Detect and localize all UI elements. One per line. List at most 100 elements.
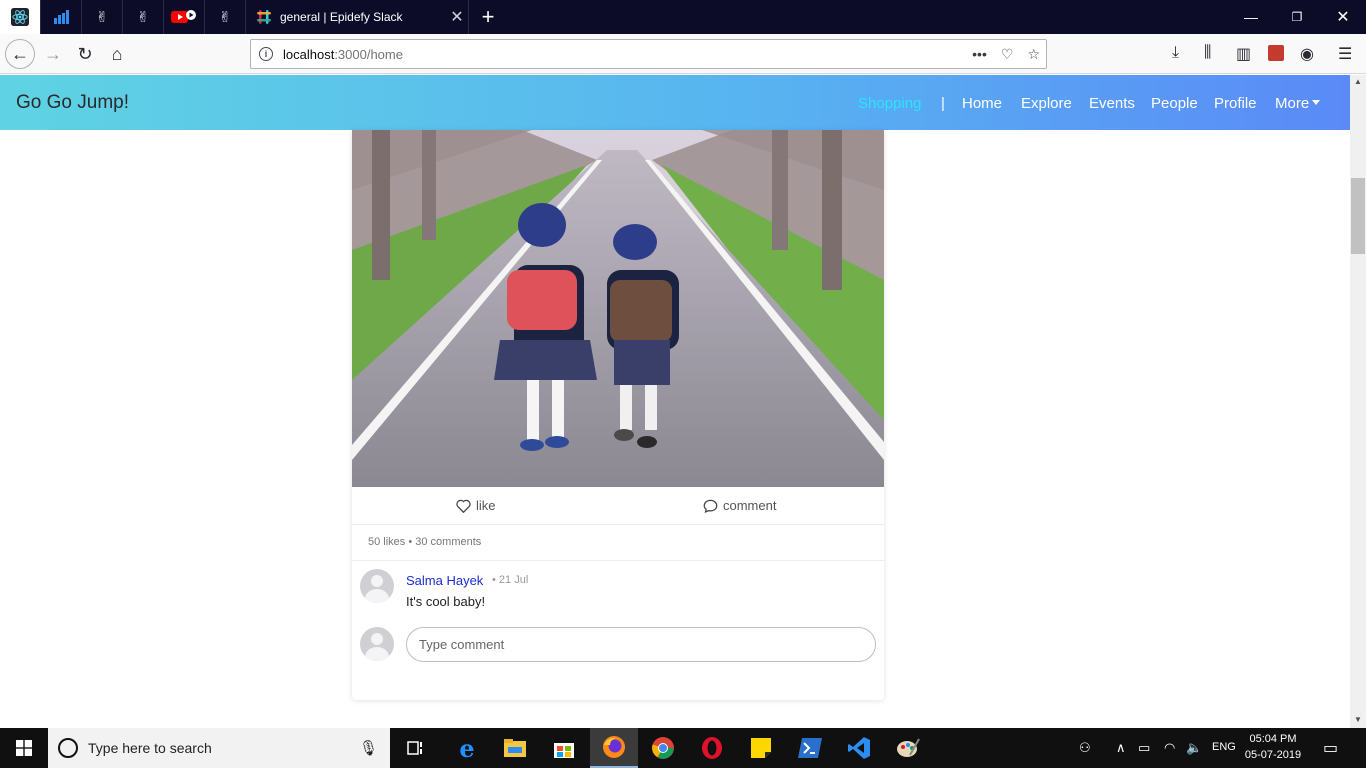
nav-separator: |	[941, 95, 945, 112]
restore-icon: ❐	[1291, 10, 1303, 24]
close-tab-icon[interactable]: ✕	[446, 7, 468, 27]
post-stats: 50 likes • 30 comments	[368, 536, 482, 548]
current-user-avatar	[360, 627, 394, 661]
account-icon[interactable]: ◉	[1300, 44, 1314, 64]
notifications-icon[interactable]: ▭	[1323, 738, 1338, 758]
post-card: like comment 50 likes • 30 comments Salm…	[352, 130, 884, 700]
pinned-tab-youtube[interactable]	[164, 0, 205, 34]
home-button[interactable]: ⌂	[103, 40, 131, 68]
brand-logo[interactable]: Go Go Jump!	[16, 92, 129, 114]
post-photo	[352, 130, 884, 487]
scroll-down-icon[interactable]: ▼	[1350, 713, 1366, 727]
opera-icon	[702, 737, 722, 759]
new-tab-button[interactable]: +	[476, 4, 500, 29]
taskbar-edge[interactable]: e	[443, 728, 491, 768]
nav-events[interactable]: Events	[1089, 95, 1135, 112]
paint-icon	[897, 738, 920, 757]
close-icon: ✕	[1336, 9, 1350, 26]
app-header: Go Go Jump! Shopping | Home Explore Even…	[0, 75, 1350, 130]
pocket-icon[interactable]: ♡	[1001, 46, 1014, 63]
minimize-icon: —	[1244, 9, 1258, 25]
taskbar-sticky-notes[interactable]	[737, 728, 785, 768]
close-window-button[interactable]: ✕	[1320, 0, 1366, 34]
extension-icon[interactable]	[1268, 45, 1284, 61]
forward-button[interactable]: →	[39, 40, 67, 68]
taskbar-store[interactable]	[540, 728, 588, 768]
comment-author[interactable]: Salma Hayek	[406, 573, 483, 588]
info-icon[interactable]: i	[259, 47, 273, 61]
reload-button[interactable]: ↻	[71, 40, 99, 68]
vscode-icon	[848, 737, 870, 759]
pinned-tab-peace-3[interactable]: ✌	[205, 0, 246, 34]
chevron-up-icon[interactable]: ∧	[1116, 740, 1126, 756]
taskbar-search[interactable]: Type here to search 🎙	[48, 728, 390, 768]
comment-input[interactable]	[406, 627, 876, 662]
pinned-tab-analytics[interactable]	[41, 0, 82, 34]
taskbar-paint[interactable]	[884, 728, 932, 768]
nav-home[interactable]: Home	[962, 95, 1002, 112]
store-icon	[554, 743, 574, 758]
nav-more-dropdown[interactable]: More	[1275, 95, 1321, 112]
pinned-tab-react[interactable]	[0, 0, 41, 34]
comment-button[interactable]: comment	[703, 498, 776, 513]
scrollbar-thumb[interactable]	[1351, 178, 1365, 254]
sidebar-icon[interactable]: ▥	[1236, 44, 1251, 64]
taskbar-powershell[interactable]	[786, 728, 834, 768]
browser-tab-strip: ✌ ✌ ✌ general | Epidefy Slack ✕ + — ❐ ✕	[0, 0, 1366, 34]
comment-date: • 21 Jul	[492, 574, 529, 586]
chrome-icon	[652, 737, 674, 759]
comment-label: comment	[723, 498, 777, 513]
taskbar-opera[interactable]	[688, 728, 736, 768]
cortana-icon	[58, 738, 78, 758]
taskbar-firefox[interactable]	[590, 728, 638, 768]
clock-date: 05-07-2019	[1244, 749, 1302, 761]
people-icon[interactable]: ⚇	[1079, 740, 1091, 756]
taskbar-search-placeholder: Type here to search	[88, 740, 212, 756]
nav-shopping[interactable]: Shopping	[858, 95, 921, 112]
task-view-button[interactable]	[392, 728, 440, 768]
menu-icon[interactable]: ☰	[1338, 44, 1352, 64]
peace-hand-icon: ✌	[218, 8, 232, 26]
taskbar-chrome[interactable]	[639, 728, 687, 768]
taskbar-clock[interactable]: 05:04 PM 05-07-2019	[1240, 731, 1306, 763]
nav-explore[interactable]: Explore	[1021, 95, 1072, 112]
start-button[interactable]	[0, 728, 48, 768]
nav-people[interactable]: People	[1151, 95, 1198, 112]
minimize-button[interactable]: —	[1228, 0, 1274, 34]
clock-time: 05:04 PM	[1249, 733, 1297, 745]
windows-taskbar: Type here to search 🎙 e ⚇ ∧ ▭ ◠ 🔈 ENG 05…	[0, 728, 1366, 768]
sticky-notes-icon	[751, 738, 771, 758]
like-button[interactable]: like	[456, 498, 496, 513]
pinned-tab-peace-2[interactable]: ✌	[123, 0, 164, 34]
library-icon[interactable]: ⫼	[1204, 44, 1211, 62]
page-actions-icon[interactable]: •••	[972, 46, 987, 62]
taskbar-vscode[interactable]	[835, 728, 883, 768]
page-scrollbar[interactable]	[1350, 75, 1366, 728]
caret-down-icon	[1312, 100, 1321, 106]
nav-profile[interactable]: Profile	[1214, 95, 1257, 112]
microphone-icon[interactable]: 🎙	[359, 739, 390, 757]
language-indicator[interactable]: ENG	[1212, 741, 1236, 753]
pinned-tab-peace-1[interactable]: ✌	[82, 0, 123, 34]
download-icon[interactable]: ⤓	[1172, 44, 1179, 62]
tab-slack[interactable]: general | Epidefy Slack ✕	[246, 0, 469, 34]
file-explorer-icon	[504, 739, 526, 757]
restore-button[interactable]: ❐	[1274, 0, 1320, 34]
tab-title: general | Epidefy Slack	[280, 10, 403, 24]
battery-icon[interactable]: ▭	[1138, 740, 1150, 756]
peace-hand-icon: ✌	[95, 8, 109, 26]
youtube-icon	[171, 10, 196, 23]
taskbar-file-explorer[interactable]	[491, 728, 539, 768]
browser-navbar: ← → ↻ ⌂ i localhost :3000/home ••• ♡ ☆ ⤓…	[0, 34, 1366, 74]
back-button[interactable]: ←	[5, 39, 35, 69]
url-bar[interactable]: i localhost :3000/home ••• ♡ ☆	[250, 39, 1047, 69]
bar-chart-icon	[54, 10, 69, 24]
wifi-icon[interactable]: ◠	[1164, 740, 1175, 756]
volume-icon[interactable]: 🔈	[1186, 740, 1202, 756]
speech-bubble-icon	[703, 499, 718, 513]
firefox-icon	[603, 736, 625, 758]
powershell-icon	[798, 738, 822, 758]
bookmark-star-icon[interactable]: ☆	[1027, 46, 1040, 63]
task-view-icon	[407, 741, 422, 755]
scroll-up-icon[interactable]: ▲	[1350, 75, 1366, 89]
